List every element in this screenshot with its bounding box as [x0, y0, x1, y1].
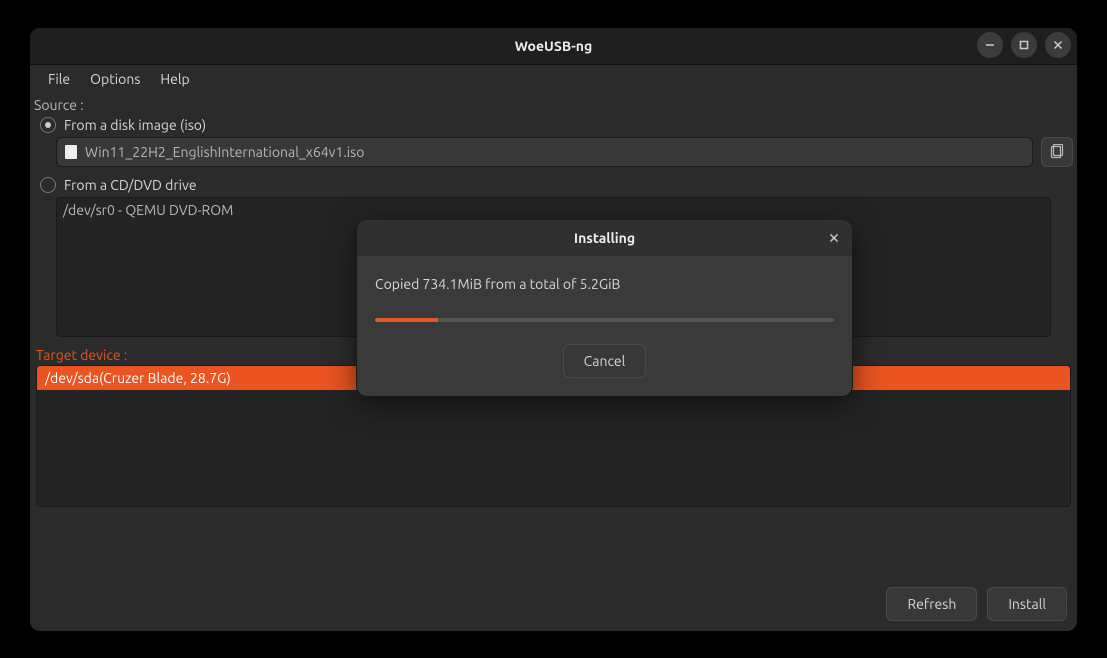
- radio-from-cd[interactable]: From a CD/DVD drive: [40, 177, 1073, 193]
- source-label: Source :: [34, 97, 1073, 113]
- minimize-icon: [984, 39, 996, 51]
- maximize-button[interactable]: [1011, 32, 1037, 58]
- dialog-title: Installing: [574, 230, 635, 246]
- radio-from-iso[interactable]: From a disk image (iso): [40, 117, 1073, 133]
- browse-iso-button[interactable]: [1041, 137, 1073, 167]
- progress-message: Copied 734.1MiB from a total of 5.2GiB: [375, 276, 834, 292]
- progress-bar: [375, 318, 834, 322]
- menu-options[interactable]: Options: [80, 67, 150, 91]
- iso-picker-row: Win11_22H2_EnglishInternational_x64v1.is…: [56, 137, 1073, 167]
- radio-icon: [40, 177, 56, 193]
- menu-file[interactable]: File: [38, 67, 80, 91]
- maximize-icon: [1018, 39, 1030, 51]
- progress-fill: [375, 318, 438, 322]
- dialog-actions: Cancel: [375, 344, 834, 378]
- menu-help[interactable]: Help: [150, 67, 199, 91]
- close-button[interactable]: [1045, 32, 1071, 58]
- close-icon: [1052, 39, 1064, 51]
- close-icon: [828, 232, 840, 244]
- refresh-button[interactable]: Refresh: [886, 587, 977, 621]
- iso-filename: Win11_22H2_EnglishInternational_x64v1.is…: [85, 144, 364, 160]
- list-item[interactable]: /dev/sr0 - QEMU DVD-ROM: [63, 202, 1044, 218]
- window-title: WoeUSB-ng: [515, 38, 592, 54]
- dialog-close-button[interactable]: [824, 228, 844, 248]
- browse-icon: [1049, 144, 1065, 160]
- footer-actions: Refresh Install: [886, 587, 1067, 621]
- file-icon: [65, 145, 77, 159]
- radio-icon: [40, 117, 56, 133]
- menubar: File Options Help: [30, 65, 1077, 93]
- iso-path-field[interactable]: Win11_22H2_EnglishInternational_x64v1.is…: [56, 137, 1033, 167]
- minimize-button[interactable]: [977, 32, 1003, 58]
- titlebar: WoeUSB-ng: [30, 28, 1077, 65]
- installing-dialog: Installing Copied 734.1MiB from a total …: [357, 220, 852, 396]
- window-controls: [977, 32, 1071, 58]
- radio-from-cd-label: From a CD/DVD drive: [64, 177, 197, 193]
- dialog-titlebar: Installing: [357, 220, 852, 256]
- install-button[interactable]: Install: [987, 587, 1067, 621]
- radio-from-iso-label: From a disk image (iso): [64, 117, 206, 133]
- cancel-button[interactable]: Cancel: [563, 344, 647, 378]
- dialog-body: Copied 734.1MiB from a total of 5.2GiB C…: [357, 256, 852, 396]
